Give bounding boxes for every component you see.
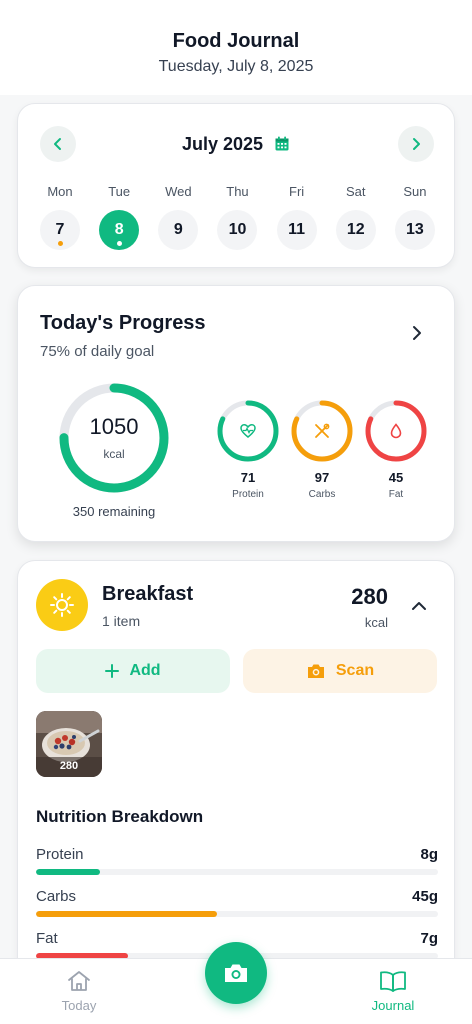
plus-icon bbox=[105, 664, 120, 678]
day-wed[interactable]: Wed 9 bbox=[158, 184, 199, 250]
macro-fat: 45 Fat bbox=[364, 400, 428, 500]
nutrition-row-protein: Protein 8g bbox=[36, 846, 438, 875]
camera-capture-button[interactable] bbox=[205, 942, 267, 1004]
day-number-selected: 8 bbox=[99, 210, 140, 250]
day-sat[interactable]: Sat 12 bbox=[335, 184, 376, 250]
meal-title: Breakfast bbox=[102, 583, 194, 605]
calorie-value: 1050 bbox=[89, 414, 139, 439]
food-item-calories: 280 bbox=[59, 760, 79, 772]
progress-subtitle: 75% of daily goal bbox=[40, 343, 155, 360]
drop-icon bbox=[390, 423, 402, 439]
day-number: 10 bbox=[217, 210, 258, 250]
chevron-right-icon bbox=[413, 138, 420, 150]
day-fri[interactable]: Fri 11 bbox=[276, 184, 317, 250]
utensils-icon bbox=[315, 423, 330, 438]
macro-value: 97 bbox=[314, 470, 330, 485]
page-date: Tuesday, July 8, 2025 bbox=[158, 58, 314, 75]
macro-carbs: 97 Carbs bbox=[290, 400, 354, 500]
day-mon[interactable]: Mon 7 bbox=[40, 184, 80, 250]
home-icon bbox=[68, 971, 90, 991]
add-label: Add bbox=[129, 662, 161, 679]
day-number: 12 bbox=[335, 210, 376, 250]
calendar-card: July 2025 Mon 7 Tue 8 Wed 9 Thu 10 Fri 1… bbox=[17, 103, 455, 268]
camera-icon bbox=[225, 964, 247, 982]
progress-card[interactable]: Today's Progress 75% of daily goal 1050 … bbox=[17, 285, 455, 542]
scan-label: Scan bbox=[335, 662, 375, 679]
meal-item-count: 1 item bbox=[102, 613, 141, 629]
day-number: 13 bbox=[394, 210, 435, 250]
macro-label: Fat bbox=[388, 489, 404, 500]
macro-label: Protein bbox=[232, 489, 264, 500]
calories-remaining: 350 remaining bbox=[72, 504, 156, 519]
book-open-icon bbox=[380, 971, 406, 992]
nutrition-value: 45g bbox=[412, 888, 438, 905]
day-name: Sat bbox=[346, 184, 366, 199]
day-name: Tue bbox=[108, 184, 131, 199]
progress-title: Today's Progress bbox=[40, 312, 206, 334]
day-number: 7 bbox=[40, 210, 80, 250]
macro-value: 45 bbox=[388, 470, 404, 485]
month-text: July 2025 bbox=[181, 134, 264, 154]
page-title: Food Journal bbox=[172, 30, 300, 52]
nutrition-breakdown-title: Nutrition Breakdown bbox=[36, 807, 204, 826]
nutrition-bar-track bbox=[36, 869, 438, 875]
day-tue[interactable]: Tue 8 bbox=[99, 184, 140, 250]
nutrition-bar-fill bbox=[36, 911, 217, 917]
activity-dot bbox=[117, 241, 123, 246]
activity-dot bbox=[58, 241, 63, 246]
add-food-button[interactable]: Add bbox=[36, 649, 230, 693]
chevron-right-icon[interactable] bbox=[408, 324, 426, 342]
breakfast-card: Breakfast 1 item 280 kcal Add Scan 280 N… bbox=[17, 560, 455, 980]
day-thu[interactable]: Thu 10 bbox=[217, 184, 258, 250]
day-number: 9 bbox=[158, 210, 199, 250]
macro-protein: 71 Protein bbox=[216, 400, 280, 500]
day-name: Fri bbox=[289, 184, 305, 199]
heart-pulse-icon bbox=[240, 424, 256, 438]
meal-calories-unit: kcal bbox=[364, 615, 388, 630]
nutrition-label: Protein bbox=[36, 846, 84, 863]
nav-journal[interactable]: Journal bbox=[353, 969, 433, 1013]
day-name: Wed bbox=[165, 184, 192, 199]
nav-today[interactable]: Today bbox=[39, 969, 119, 1013]
macro-value: 71 bbox=[240, 470, 256, 485]
food-item-thumbnail[interactable]: 280 bbox=[36, 711, 102, 777]
sun-icon bbox=[36, 579, 88, 631]
day-name: Sun bbox=[403, 184, 427, 199]
calorie-unit: kcal bbox=[103, 447, 125, 461]
day-number: 11 bbox=[276, 210, 317, 250]
meal-calories: 280 bbox=[351, 584, 388, 609]
nutrition-value: 7g bbox=[420, 930, 438, 947]
camera-icon bbox=[307, 664, 324, 678]
nav-today-label: Today bbox=[61, 998, 97, 1013]
month-label[interactable]: July 2025 bbox=[18, 134, 454, 155]
header: Food Journal Tuesday, July 8, 2025 bbox=[0, 0, 472, 95]
calendar-icon bbox=[275, 136, 289, 151]
next-week-button[interactable] bbox=[398, 126, 434, 162]
nutrition-bar-track bbox=[36, 911, 438, 917]
nutrition-value: 8g bbox=[420, 846, 438, 863]
week-days: Mon 7 Tue 8 Wed 9 Thu 10 Fri 11 Sat 12 S… bbox=[40, 184, 435, 250]
day-name: Mon bbox=[47, 184, 73, 199]
nutrition-row-carbs: Carbs 45g bbox=[36, 888, 438, 917]
chevron-up-icon[interactable] bbox=[410, 597, 428, 615]
nutrition-label: Carbs bbox=[36, 888, 77, 905]
scan-food-button[interactable]: Scan bbox=[243, 649, 437, 693]
day-name: Thu bbox=[226, 184, 249, 199]
macro-label: Carbs bbox=[308, 489, 336, 500]
nutrition-bar-fill bbox=[36, 869, 101, 875]
nav-journal-label: Journal bbox=[371, 998, 415, 1013]
day-sun[interactable]: Sun 13 bbox=[394, 184, 435, 250]
